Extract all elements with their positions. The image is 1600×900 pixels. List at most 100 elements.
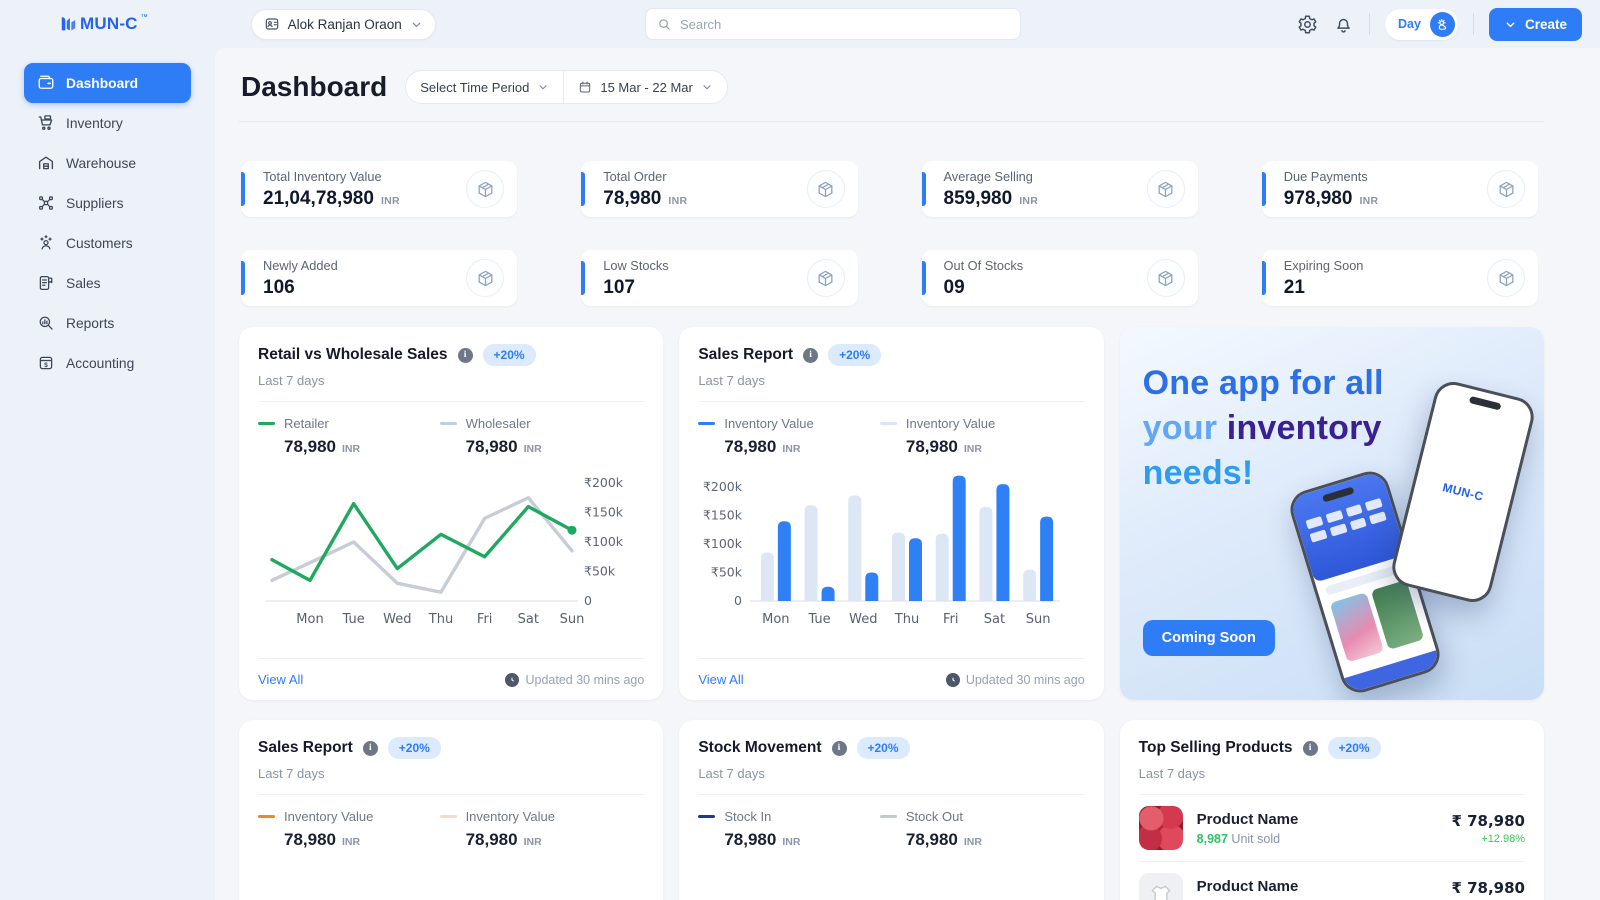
svg-text:0: 0	[734, 593, 742, 608]
create-button[interactable]: Create	[1489, 8, 1582, 41]
legend-value: 78,980	[724, 437, 776, 457]
charts-row: Retail vs Wholesale Sales i +20% Last 7 …	[239, 327, 1544, 700]
growth-badge: +20%	[388, 737, 441, 759]
legend-label: Retailer	[284, 416, 329, 431]
phone-logo-text: MUN-C	[1441, 480, 1485, 504]
product-row[interactable]: Product Name 8,987 Unit sold ₹ 78,980 +1…	[1139, 795, 1525, 861]
sidebar-item-label: Reports	[66, 316, 114, 331]
sales-report-card: Sales Report i +20% Last 7 days Inventor…	[679, 327, 1103, 700]
legend-unit: INR	[782, 443, 800, 455]
page-title: Dashboard	[241, 71, 387, 103]
create-button-label: Create	[1525, 17, 1567, 32]
legend-inventory-value-1: Inventory Value 78,980INR	[258, 809, 440, 850]
legend-swatch	[440, 815, 457, 819]
card-title: Retail vs Wholesale Sales	[258, 346, 448, 364]
product-change: +12.98%	[1451, 833, 1525, 845]
legend-unit: INR	[524, 836, 542, 848]
sidebar-item-label: Customers	[66, 236, 133, 251]
card-title: Stock Movement	[698, 739, 821, 757]
accent-bar	[1262, 261, 1266, 295]
accent-bar	[241, 261, 245, 295]
stat-title: Expiring Soon	[1284, 258, 1364, 273]
clock-icon	[946, 673, 960, 687]
sidebar-item-label: Accounting	[66, 356, 134, 371]
svg-text:Wed: Wed	[849, 612, 877, 627]
stat-card-total-order: Total Order 78,980INR	[581, 161, 857, 217]
legend-unit: INR	[524, 443, 542, 455]
product-price: ₹ 78,980	[1451, 812, 1525, 830]
stat-value: 106	[263, 277, 295, 299]
svg-text:Sun: Sun	[1026, 612, 1051, 627]
accent-bar	[922, 172, 926, 206]
time-period-select[interactable]: Select Time Period	[406, 71, 563, 103]
info-icon[interactable]: i	[803, 348, 818, 363]
svg-text:Mon: Mon	[762, 612, 789, 627]
sidebar-item-warehouse[interactable]: Warehouse	[24, 143, 191, 183]
legend-unit: INR	[782, 836, 800, 848]
promo-heading-needs: needs!	[1143, 454, 1254, 492]
promo-heading-your: your	[1143, 409, 1217, 447]
settings-gear-icon[interactable]	[1297, 14, 1318, 35]
info-icon[interactable]: i	[363, 741, 378, 756]
legend-swatch	[440, 422, 457, 426]
svg-text:$: $	[44, 362, 48, 369]
view-all-link[interactable]: View All	[258, 672, 303, 687]
card-subtitle: Last 7 days	[1139, 766, 1525, 781]
stat-title: Due Payments	[1284, 169, 1379, 184]
user-menu[interactable]: Alok Ranjan Oraon	[251, 9, 436, 40]
sun-icon	[1430, 12, 1455, 37]
sidebar-item-sales[interactable]: Sales	[24, 263, 191, 303]
sidebar-item-dashboard[interactable]: Dashboard	[24, 63, 191, 103]
package-icon	[1147, 170, 1185, 208]
legend-swatch	[698, 422, 715, 426]
legend-swatch	[880, 815, 897, 819]
package-icon	[1487, 170, 1525, 208]
notifications-bell-icon[interactable]	[1333, 14, 1354, 35]
top-selling-products-card: Top Selling Products i +20% Last 7 days …	[1120, 720, 1544, 900]
logo-text: MUN-C	[80, 14, 138, 34]
info-icon[interactable]: i	[458, 348, 473, 363]
clock-icon	[505, 673, 519, 687]
legend: Inventory Value 78,980INR Inventory Valu…	[698, 416, 1084, 457]
sidebar-item-suppliers[interactable]: Suppliers	[24, 183, 191, 223]
svg-text:₹200k: ₹200k	[703, 479, 743, 494]
legend-inventory-value-2: Inventory Value 78,980INR	[880, 416, 1062, 457]
coming-soon-button[interactable]: Coming Soon	[1143, 620, 1275, 656]
growth-badge: +20%	[1328, 737, 1381, 759]
growth-badge: +20%	[828, 344, 881, 366]
date-range-value: 15 Mar - 22 Mar	[600, 80, 692, 95]
info-icon[interactable]: i	[832, 741, 847, 756]
legend-value: 78,980	[906, 437, 958, 457]
product-row[interactable]: Product Name 8,987 Unit sold ₹ 78,980 +1…	[1139, 861, 1525, 900]
product-image-shirt	[1139, 873, 1183, 900]
product-image-apples	[1139, 806, 1183, 850]
stat-card-total-inventory-value: Total Inventory Value 21,04,78,980INR	[241, 161, 517, 217]
suppliers-network-icon	[37, 194, 55, 212]
sidebar-item-customers[interactable]: Customers	[24, 223, 191, 263]
sidebar-item-inventory[interactable]: Inventory	[24, 103, 191, 143]
sidebar-item-accounting[interactable]: $ Accounting	[24, 343, 191, 383]
search-input[interactable]	[680, 17, 1009, 32]
chevron-down-icon	[537, 81, 549, 93]
sidebar-item-label: Suppliers	[66, 196, 124, 211]
legend-value: 78,980	[284, 830, 336, 850]
stat-card-expiring-soon: Expiring Soon 21	[1262, 250, 1538, 306]
view-all-link[interactable]: View All	[698, 672, 743, 687]
header-divider	[239, 121, 1544, 122]
legend-value: 78,980	[284, 437, 336, 457]
stat-card-due-payments: Due Payments 978,980INR	[1262, 161, 1538, 217]
time-period-label: Select Time Period	[420, 80, 529, 95]
product-price: ₹ 78,980	[1451, 879, 1525, 897]
day-night-toggle[interactable]: Day	[1385, 9, 1458, 40]
card-subtitle: Last 7 days	[698, 373, 1084, 388]
info-icon[interactable]: i	[1303, 741, 1318, 756]
legend-value: 78,980	[466, 830, 518, 850]
line-chart: ₹200k₹150k₹100k₹50k0MonTueWedThuFriSatSu…	[258, 463, 644, 631]
sidebar-item-reports[interactable]: Reports	[24, 303, 191, 343]
date-range-picker[interactable]: 15 Mar - 22 Mar	[563, 71, 726, 103]
customers-icon	[37, 234, 55, 252]
svg-text:₹150k: ₹150k	[584, 505, 624, 520]
chevron-down-icon	[701, 81, 713, 93]
legend: Inventory Value 78,980INR Inventory Valu…	[258, 809, 644, 850]
svg-text:Mon: Mon	[296, 612, 323, 627]
